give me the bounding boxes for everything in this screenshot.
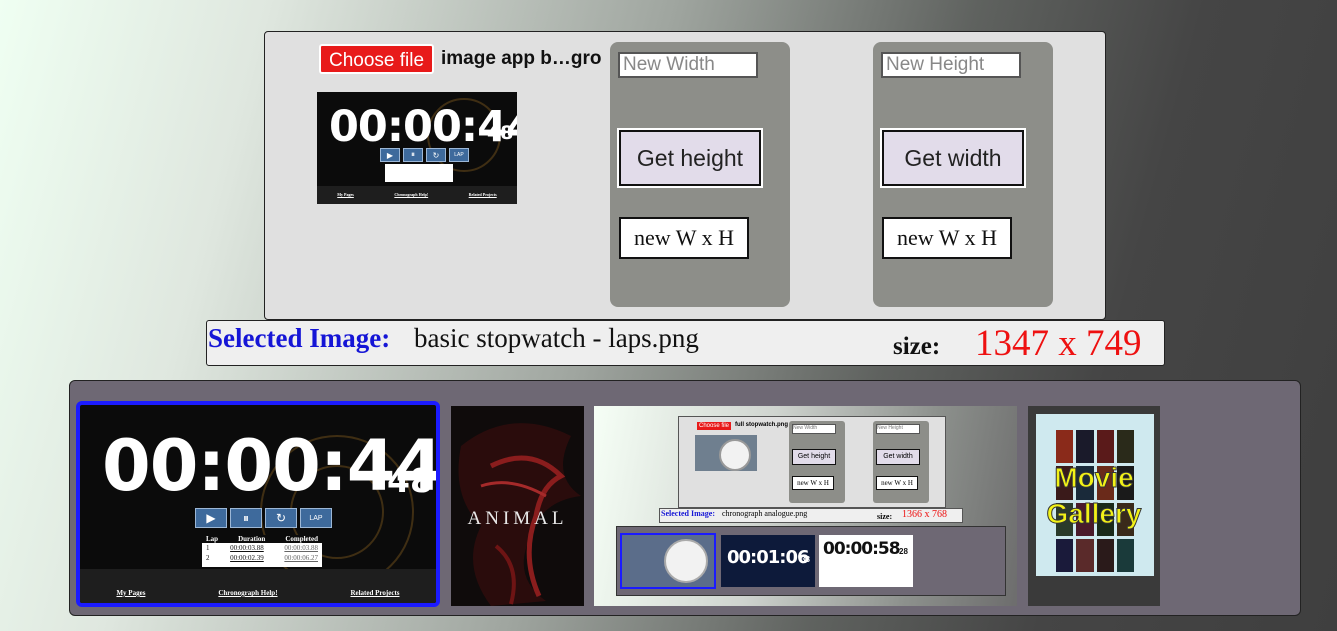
upload-panel: Choose file image app b…gro 00:00:44 48 … <box>264 31 1106 320</box>
mini-gallery-item: 00:01:06 38 <box>721 535 815 587</box>
stopwatch-footer: My Pages Chronograph Help! Related Proje… <box>80 569 436 603</box>
mini-panel: Choose file full stopwatch.png New Width… <box>678 416 946 508</box>
play-icon: ▶ <box>380 148 400 162</box>
pause-icon: ⏸ <box>230 508 262 528</box>
get-height-button[interactable]: Get height <box>617 128 763 188</box>
mini-size-value: 1366 x 768 <box>902 509 947 520</box>
size-label: size: <box>893 333 941 360</box>
mini-selected-file: chronograph analogue.png <box>722 509 808 518</box>
table-row: 1 00:00:03.88 00:00:03.88 <box>202 543 322 553</box>
pause-icon: ⏸ <box>403 148 423 162</box>
table-cell: 2 <box>206 554 210 562</box>
poster <box>1096 430 1114 464</box>
mini-preview <box>695 435 757 471</box>
poster <box>1056 538 1074 572</box>
footer-link: Related Projects <box>350 589 400 597</box>
mini-info-bar: Selected Image: chronograph analogue.png… <box>659 508 963 523</box>
stopwatch-controls: ▶ ⏸ ↻ LAP <box>195 508 332 528</box>
col-header: Duration <box>238 535 266 543</box>
mini-wxh: new W x H <box>876 476 918 490</box>
creature-artwork <box>458 423 581 606</box>
lap-button: LAP <box>300 508 332 528</box>
clock-icon <box>719 439 751 471</box>
preview-image: 00:00:44 48 ▶ ⏸ ↻ LAP My Pages Chronogra… <box>317 92 517 204</box>
choose-file-button[interactable]: Choose file <box>319 44 434 74</box>
preview-lap-table <box>385 164 453 182</box>
height-column: Get width new W x H <box>873 42 1053 307</box>
col-header: Lap <box>206 535 219 543</box>
preview-footer: My Pages Chronograph Help! Related Proje… <box>317 186 517 204</box>
reset-icon: ↻ <box>265 508 297 528</box>
movie-gallery-title: Movie Gallery <box>1046 462 1142 530</box>
selected-image-filename: basic stopwatch - laps.png <box>414 323 699 353</box>
animal-title: ANIMAL <box>467 508 568 529</box>
poster <box>1116 430 1134 464</box>
lap-table: Lap Duration Completed 1 00:00:03.88 00:… <box>202 535 322 567</box>
mini-width-column: New Width Get height new W x H <box>789 421 845 503</box>
poster <box>1096 538 1114 572</box>
footer-link: Chronograph Help! <box>394 192 429 197</box>
mini-get-width: Get width <box>876 449 920 465</box>
poster <box>1116 538 1134 572</box>
new-wxh-output-right: new W x H <box>882 217 1012 259</box>
preview-centis: 48 <box>487 122 514 144</box>
poster <box>1076 430 1094 464</box>
col-header: Completed <box>285 535 318 543</box>
mini-get-height: Get height <box>792 449 836 465</box>
movie-gallery-page: Movie Gallery <box>1036 414 1154 576</box>
table-cell: 00:00:03.88 <box>284 544 318 552</box>
table-cell: 00:00:02.39 <box>230 554 264 562</box>
mini-selected-label: Selected Image: <box>661 509 715 518</box>
table-row: 2 00:00:02.39 00:00:06.27 <box>202 553 322 563</box>
selected-image-bar: Selected Image: basic stopwatch - laps.p… <box>206 320 1165 366</box>
mini-centis: 38 <box>801 555 810 564</box>
preview-controls: ▶ ⏸ ↻ LAP <box>380 148 469 162</box>
mini-choose-file: Choose file <box>697 422 732 430</box>
table-cell: 00:00:03.88 <box>230 544 264 552</box>
new-wxh-output-left: new W x H <box>619 217 749 259</box>
footer-link: Chronograph Help! <box>218 589 278 597</box>
mini-time: 00:00:58 <box>823 539 901 559</box>
mini-gallery-item <box>620 533 716 589</box>
footer-link: My Pages <box>116 589 146 597</box>
reset-icon: ↻ <box>426 148 446 162</box>
gallery-item-movie-gallery[interactable]: Movie Gallery <box>1028 406 1160 606</box>
mini-height-column: New Height Get width new W x H <box>873 421 929 503</box>
mini-gallery-item: 00:00:58 28 <box>819 535 913 587</box>
mini-gallery: 00:01:06 38 00:00:58 28 <box>616 526 1006 596</box>
gallery-item-stopwatch[interactable]: 00:00:44 48 ▶ ⏸ ↻ LAP Lap Duration Compl… <box>76 401 440 607</box>
gallery-item-animal[interactable]: ANIMAL <box>451 406 584 606</box>
footer-link: Related Projects <box>468 192 497 197</box>
size-value: 1347 x 749 <box>975 323 1142 364</box>
get-width-button[interactable]: Get width <box>880 128 1026 188</box>
mini-wxh: new W x H <box>792 476 834 490</box>
poster <box>1056 430 1074 464</box>
gallery-item-app-screenshot[interactable]: Choose file full stopwatch.png New Width… <box>594 406 1017 606</box>
clock-icon <box>664 539 708 583</box>
width-column: Get height new W x H <box>610 42 790 307</box>
poster <box>1076 538 1094 572</box>
play-icon: ▶ <box>195 508 227 528</box>
mini-width-input: New Width <box>792 424 836 434</box>
new-width-input[interactable] <box>618 52 758 78</box>
table-cell: 00:00:06.27 <box>284 554 318 562</box>
mini-file-name: full stopwatch.png <box>735 422 788 428</box>
footer-link: My Pages <box>337 192 354 197</box>
selected-file-name: image app b…gro <box>441 48 602 69</box>
image-gallery: 00:00:44 48 ▶ ⏸ ↻ LAP Lap Duration Compl… <box>69 380 1301 616</box>
table-cell: 1 <box>206 544 210 552</box>
new-height-input[interactable] <box>881 52 1021 78</box>
stopwatch-centis: 48 <box>387 461 433 500</box>
mini-time: 00:01:06 <box>727 547 810 568</box>
mini-height-input: New Height <box>876 424 920 434</box>
selected-image-label: Selected Image: <box>208 323 391 353</box>
mini-centis: 28 <box>899 547 908 556</box>
mini-size-label: size: <box>877 512 893 521</box>
lap-button: LAP <box>449 148 469 162</box>
